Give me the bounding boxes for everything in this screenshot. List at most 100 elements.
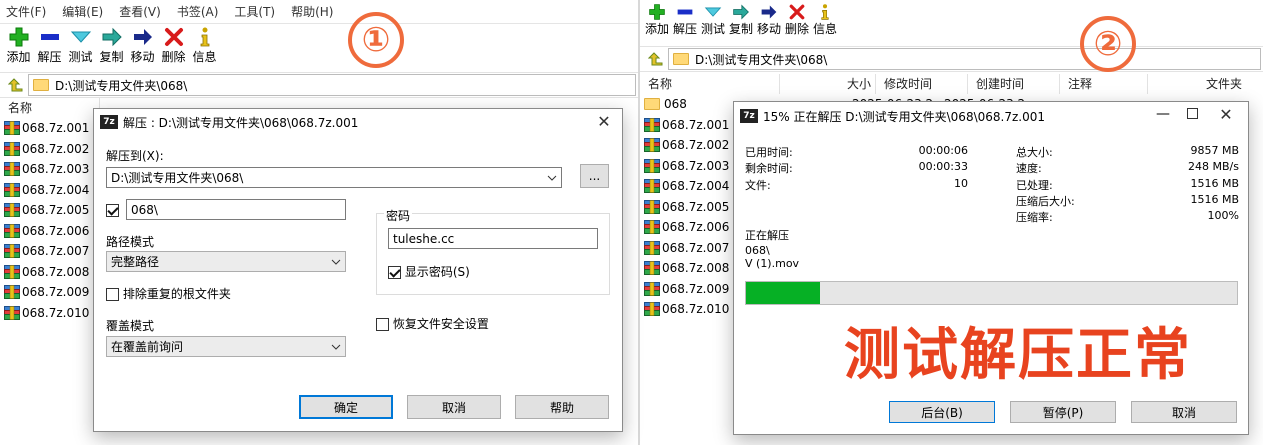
dedupe-option[interactable]: 排除重复的根文件夹	[106, 285, 231, 302]
move-icon	[761, 5, 777, 19]
delete-button[interactable]: 删除	[158, 24, 189, 64]
show-password-option[interactable]: 显示密码(S)	[388, 263, 470, 280]
file-name: 068.7z.006	[662, 220, 730, 235]
archive-icon-wrap	[644, 117, 660, 132]
test-icon	[70, 31, 91, 43]
col-comment[interactable]: 注释	[1060, 74, 1148, 94]
pause-button[interactable]: 暂停(P)	[1010, 401, 1116, 423]
toolbar-right: 添加 解压 测试 复制 移动 删除 信息	[640, 0, 1263, 40]
menu-bookmarks[interactable]: 书签(A)	[177, 3, 219, 20]
archive-icon	[4, 223, 20, 238]
up-folder-button[interactable]	[4, 74, 28, 96]
test-button-right[interactable]: 测试	[699, 2, 727, 36]
overwrite-value: 在覆盖前询问	[111, 340, 184, 354]
archive-icon-wrap	[4, 141, 20, 156]
extract-button-right[interactable]: 解压	[671, 2, 699, 36]
col-size[interactable]: 大小	[780, 74, 876, 94]
file-name: 068.7z.004	[22, 182, 90, 197]
up-folder-button[interactable]	[644, 48, 668, 70]
move-button[interactable]: 移动	[127, 24, 158, 64]
path-input[interactable]: D:\测试专用文件夹\068\	[28, 74, 636, 96]
cancel-button[interactable]: 取消	[1131, 401, 1237, 423]
files-value: 10	[954, 177, 968, 190]
password-input[interactable]: tuleshe.cc	[388, 228, 598, 249]
copy-button[interactable]: 复制	[96, 24, 127, 64]
archive-icon-wrap	[4, 305, 20, 320]
files-label: 文件:	[745, 179, 771, 192]
status-label: 正在解压	[745, 229, 789, 242]
step-marker-1: ①	[348, 12, 404, 68]
up-arrow-icon	[8, 78, 23, 92]
cancel-button[interactable]: 取消	[407, 395, 501, 419]
processed-value: 1516 MB	[1190, 177, 1239, 190]
address-bar: D:\测试专用文件夹\068\	[0, 72, 638, 98]
col-created[interactable]: 创建时间	[968, 74, 1060, 94]
col-modified[interactable]: 修改时间	[876, 74, 968, 94]
move-button-right[interactable]: 移动	[755, 2, 783, 36]
info-button[interactable]: 信息	[189, 24, 220, 64]
help-button[interactable]: 帮助	[515, 395, 609, 419]
col-name[interactable]: 名称	[640, 74, 780, 94]
archive-icon-wrap	[644, 179, 660, 194]
add-button-right[interactable]: 添加	[643, 2, 671, 36]
restore-security-option[interactable]: 恢复文件安全设置	[376, 315, 489, 332]
copy-button-right[interactable]: 复制	[727, 2, 755, 36]
delete-button-right[interactable]: 删除	[783, 2, 811, 36]
archive-icon	[4, 264, 20, 279]
dialog-title-bar: 7z 15% 正在解压 D:\测试专用文件夹\068\068.7z.001	[734, 102, 1248, 130]
show-password-checkbox[interactable]	[388, 266, 401, 279]
extract-button[interactable]: 解压	[34, 24, 65, 64]
overwrite-select[interactable]: 在覆盖前询问	[106, 336, 346, 357]
col-name[interactable]: 名称	[0, 98, 100, 118]
archive-icon	[4, 121, 20, 136]
info-label: 信息	[812, 22, 837, 36]
minimize-icon[interactable]: —	[1156, 106, 1170, 122]
archive-icon-wrap	[4, 162, 20, 177]
file-name: 068.7z.001	[662, 117, 730, 132]
file-name: 068.7z.010	[22, 305, 90, 320]
file-name: 068.7z.009	[662, 281, 730, 296]
path-mode-label: 路径模式	[106, 235, 155, 249]
extract-to-combo[interactable]: D:\测试专用文件夹\068\	[106, 167, 562, 188]
copy-label: 复制	[728, 22, 753, 36]
subfolder-checkbox[interactable]	[106, 203, 119, 217]
menu-view[interactable]: 查看(V)	[119, 3, 161, 20]
archive-icon	[644, 240, 660, 255]
close-icon[interactable]: ✕	[1214, 105, 1238, 124]
menu-file[interactable]: 文件(F)	[6, 3, 46, 20]
test-label: 测试	[700, 22, 725, 36]
browse-button[interactable]: ...	[580, 164, 609, 188]
background-button[interactable]: 后台(B)	[889, 401, 995, 423]
archive-icon	[644, 179, 660, 194]
password-group	[376, 213, 610, 295]
add-button[interactable]: 添加	[3, 24, 34, 64]
info-button-right[interactable]: 信息	[811, 2, 839, 36]
path-input[interactable]: D:\测试专用文件夹\068\	[668, 48, 1261, 70]
test-button[interactable]: 测试	[65, 24, 96, 64]
add-icon	[649, 4, 665, 20]
maximize-icon[interactable]	[1187, 108, 1198, 119]
restore-security-checkbox[interactable]	[376, 318, 389, 331]
add-label: 添加	[6, 50, 31, 64]
dedupe-checkbox[interactable]	[106, 288, 119, 301]
ok-button[interactable]: 确定	[299, 395, 393, 419]
menu-edit[interactable]: 编辑(E)	[62, 3, 103, 20]
subfolder-input[interactable]: 068\	[126, 199, 346, 220]
password-group-label: 密码	[384, 207, 413, 224]
total-value: 9857 MB	[1190, 144, 1239, 157]
col-folders[interactable]: 文件夹	[1148, 74, 1248, 94]
progress-bar	[745, 281, 1238, 305]
progress-fill	[746, 282, 820, 304]
file-name: 068.7z.002	[662, 138, 730, 153]
info-label: 信息	[192, 50, 217, 64]
extract-to-label: 解压到(X):	[106, 149, 164, 163]
menu-tools[interactable]: 工具(T)	[234, 3, 275, 20]
chevron-down-icon	[331, 337, 341, 356]
close-icon[interactable]: ✕	[592, 112, 616, 131]
archive-icon-wrap	[4, 223, 20, 238]
path-mode-select[interactable]: 完整路径	[106, 251, 346, 272]
extract-icon	[677, 9, 693, 15]
extract-label: 解压	[37, 50, 62, 64]
menu-help[interactable]: 帮助(H)	[291, 3, 333, 20]
archive-icon-wrap	[4, 285, 20, 300]
